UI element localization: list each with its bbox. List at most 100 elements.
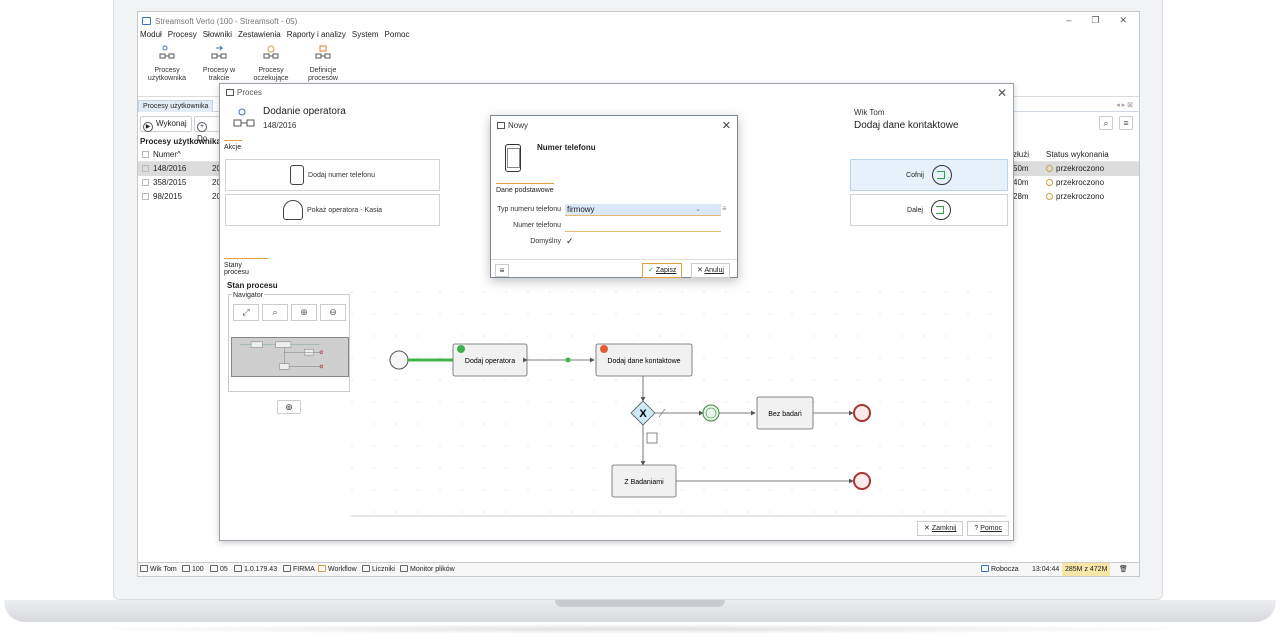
process-icon	[233, 108, 255, 127]
ribbon-user-processes[interactable]: Procesy użytkownika	[142, 45, 192, 83]
status-dept[interactable]: 05	[210, 563, 228, 576]
status-workflow[interactable]: Workflow	[318, 563, 357, 576]
zoom-icon[interactable]: ⌕	[262, 304, 288, 321]
minimize-button[interactable]: –	[1066, 15, 1071, 26]
phone-type-select[interactable]: firmowy ⌄	[565, 204, 721, 216]
status-company[interactable]: 100	[182, 563, 204, 576]
menu-item-raporty[interactable]: Raporty i analizy	[287, 30, 346, 42]
back-button[interactable]: Cofnij	[850, 159, 1008, 191]
back-label: Cofnij	[906, 171, 924, 179]
zoom-out-icon[interactable]: ⊖	[320, 304, 346, 321]
checkbox[interactable]	[142, 193, 149, 200]
end-event[interactable]	[853, 404, 871, 422]
ribbon-label: oczekujące	[253, 75, 289, 82]
row-status: przekroczono	[1056, 164, 1105, 173]
app-icon	[142, 17, 151, 25]
show-operator-button[interactable]: Pokaż operatora - Kasia	[225, 194, 440, 226]
navigator-tools: ⤢ ⌕ ⊕ ⊖	[233, 304, 346, 321]
end-event[interactable]	[853, 472, 871, 490]
ribbon-pending-processes[interactable]: Procesy oczekujące	[246, 45, 296, 83]
status-bar: Wik Tom 100 05 1.0.179.43 FIRMA Workflow…	[138, 562, 1139, 576]
execute-label: Wykonaj	[156, 119, 187, 128]
fit-icon[interactable]: ⤢	[233, 304, 259, 321]
list-icon[interactable]: ≡	[722, 204, 727, 213]
navigator-minimap[interactable]	[231, 337, 349, 377]
checkbox[interactable]	[142, 179, 149, 186]
processes-in-progress-icon	[211, 45, 227, 59]
tab-label: Procesy użytkownika	[143, 103, 209, 110]
close-icon[interactable]: ✕	[997, 86, 1007, 100]
menu-item-pomoc[interactable]: Pomoc	[385, 30, 410, 42]
check-icon: ✓	[648, 267, 656, 274]
status-icon	[1046, 165, 1053, 172]
checkbox[interactable]	[142, 151, 149, 158]
ribbon-processes-in-progress[interactable]: Procesy w trakcie	[194, 45, 244, 83]
current-task: Dodaj dane kontaktowe	[854, 120, 959, 131]
menu-item-procesy[interactable]: Procesy	[168, 30, 197, 42]
status-time: 13:04:44	[1032, 566, 1060, 573]
status-workspace[interactable]: Robocza	[981, 563, 1019, 576]
help-button[interactable]: ? Pomoc	[967, 521, 1009, 536]
company-icon	[182, 565, 190, 572]
trash-icon[interactable]: 🗑	[1119, 563, 1128, 576]
save-button[interactable]: ✓ Zapisz	[642, 263, 683, 278]
new-phone-dialog: Nowy ✕ Numer telefonu Dane podstawowe Ty…	[490, 115, 738, 278]
default-checkbox[interactable]: ✓	[566, 236, 574, 247]
checkbox[interactable]	[142, 165, 149, 172]
timer-event[interactable]	[702, 404, 720, 422]
row-duration: 40m	[1013, 178, 1029, 187]
status-version: 1.0.179.43	[234, 563, 277, 576]
menu-item-slowniki[interactable]: Słowniki	[203, 30, 232, 42]
menu-item-system[interactable]: System	[352, 30, 379, 42]
play-icon: ▶	[143, 122, 153, 132]
status-counters[interactable]: Liczniki	[362, 563, 395, 576]
center-view-icon[interactable]: ⊚	[277, 400, 301, 414]
menu-icon[interactable]: ≡	[495, 264, 509, 277]
tab-navigation[interactable]: ◂ ▸ ⊠	[1116, 101, 1133, 109]
search-icon[interactable]: ⌕	[1099, 116, 1113, 130]
zoom-in-icon[interactable]: ⊕	[291, 304, 317, 321]
flow-token	[565, 357, 571, 363]
phone-number-label: Numer telefonu	[513, 222, 561, 229]
next-button[interactable]: Dalej	[850, 194, 1008, 226]
row-duration: 50m	[1013, 164, 1029, 173]
menu-item-zestawienia[interactable]: Zestawienia	[238, 30, 281, 42]
ribbon-label: Procesy	[258, 67, 284, 74]
status-firm[interactable]: FIRMA	[283, 563, 315, 576]
close-icon[interactable]: ✕	[722, 119, 731, 132]
status-file-monitor[interactable]: Monitor plików	[400, 563, 455, 576]
arrow-right-icon	[931, 165, 952, 185]
add-phone-label: Dodaj numer telefonu	[308, 171, 375, 179]
cancel-button[interactable]: ✕ Anuluj	[691, 263, 730, 278]
list-right-tools: ⌕ ≡	[1099, 116, 1133, 130]
menu-item-modul[interactable]: Moduł	[140, 30, 162, 42]
header-duration[interactable]: złużi	[1013, 148, 1029, 162]
ribbon-process-definitions[interactable]: Definicje procesów	[298, 45, 348, 83]
phone-add-icon	[290, 165, 305, 185]
status-user[interactable]: Wik Tom	[140, 563, 177, 576]
phone-icon	[505, 144, 521, 172]
phone-number-field[interactable]	[565, 220, 721, 232]
tab-basic-data[interactable]: Dane podstawowe	[496, 183, 554, 194]
status-memory: 285M z 472M	[1062, 563, 1111, 576]
tab-user-processes[interactable]: Procesy użytkownika	[138, 100, 214, 112]
row-status: przekroczono	[1056, 178, 1105, 187]
pending-processes-icon	[263, 45, 279, 59]
header-number[interactable]: Numer^	[142, 148, 181, 162]
state-title: Stan procesu	[227, 281, 278, 290]
ribbon-label: Procesy w	[202, 67, 236, 74]
menu-icon[interactable]: ≡	[1119, 116, 1133, 130]
header-status[interactable]: Status wykonania	[1046, 148, 1109, 162]
close-window-button[interactable]: ✕	[1119, 15, 1127, 26]
maximize-button[interactable]: ❐	[1091, 15, 1099, 26]
next-label: Dalej	[907, 206, 923, 214]
start-event[interactable]	[389, 350, 409, 370]
add-phone-button[interactable]: Dodaj numer telefonu	[225, 159, 440, 191]
execute-button[interactable]: ▶ Wykonaj	[140, 116, 192, 132]
laptop-shadow	[60, 624, 1220, 634]
close-button[interactable]: ✕ Zamknij	[917, 521, 964, 536]
tab-actions[interactable]: Akcje	[224, 140, 242, 151]
tab-process-states[interactable]: Stany procesu	[224, 258, 268, 276]
window-icon	[497, 122, 505, 129]
workflow-icon	[318, 565, 326, 572]
